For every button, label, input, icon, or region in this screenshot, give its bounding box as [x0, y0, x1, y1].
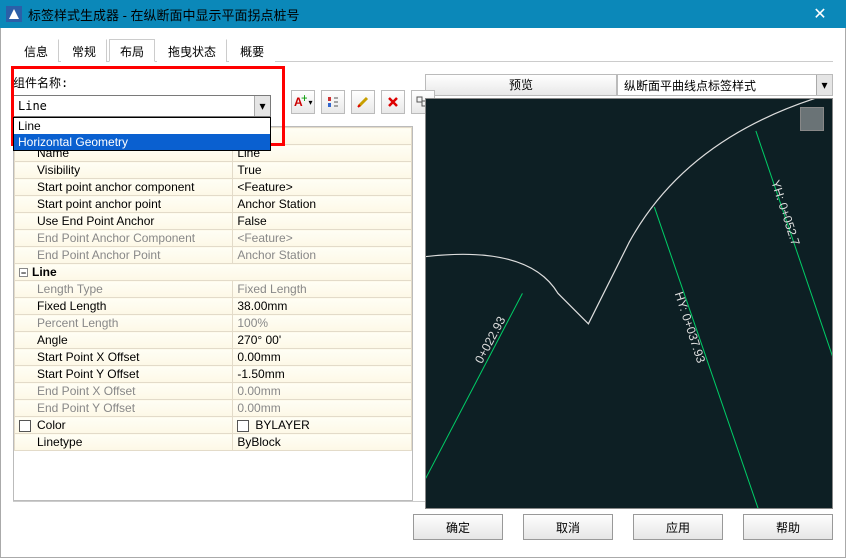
- prop-uepa-v[interactable]: False: [233, 213, 412, 230]
- main-area: 组件名称: ▾ Line Horizontal Geometry A+▾: [13, 74, 833, 501]
- option-line[interactable]: Line: [14, 118, 270, 134]
- label-pt: 0+022.93: [472, 314, 508, 366]
- tab-layout[interactable]: 布局: [109, 39, 155, 62]
- prop-epap-v: Anchor Station: [233, 247, 412, 264]
- edit-icon: [356, 95, 370, 109]
- color-swatch[interactable]: [237, 420, 249, 432]
- prop-spyo-k: Start Point Y Offset: [37, 367, 139, 381]
- preview-header: 预览 纵断面平曲线点标签样式 ▾: [425, 74, 833, 96]
- add-button[interactable]: A+▾: [291, 90, 315, 114]
- prop-fixlen-k: Fixed Length: [37, 299, 106, 313]
- close-button[interactable]: ✕: [800, 0, 840, 28]
- prop-fixlen-v[interactable]: 38.00mm: [233, 298, 412, 315]
- prop-spap-v[interactable]: Anchor Station: [233, 196, 412, 213]
- prop-angle-v[interactable]: 270° 00': [233, 332, 412, 349]
- preview-style-combo[interactable]: 纵断面平曲线点标签样式 ▾: [617, 74, 833, 96]
- prop-spyo-v[interactable]: -1.50mm: [233, 366, 412, 383]
- prop-epac-v: <Feature>: [233, 230, 412, 247]
- tab-info[interactable]: 信息: [13, 39, 59, 62]
- prop-color-v[interactable]: BYLAYER: [255, 418, 309, 432]
- chevron-down-icon: ▾: [816, 75, 832, 95]
- tab-drag[interactable]: 拖曳状态: [157, 39, 227, 62]
- prop-epyo-v: 0.00mm: [233, 400, 412, 417]
- add-icon: A+: [293, 95, 307, 109]
- option-horizontal-geometry[interactable]: Horizontal Geometry: [14, 134, 270, 150]
- prop-visibility-v[interactable]: True: [233, 162, 412, 179]
- prop-spac-v[interactable]: <Feature>: [233, 179, 412, 196]
- component-combo[interactable]: [13, 95, 271, 117]
- prop-epac-k: End Point Anchor Component: [37, 231, 195, 245]
- window-body: 信息 常规 布局 拖曳状态 概要 组件名称: ▾ Line Horizontal…: [0, 28, 846, 558]
- window-title: 标签样式生成器 - 在纵断面中显示平面拐点桩号: [28, 5, 800, 24]
- component-combo-wrap: ▾ Line Horizontal Geometry: [13, 95, 271, 117]
- toolbar: A+▾: [291, 90, 435, 114]
- prop-epxo-v: 0.00mm: [233, 383, 412, 400]
- prop-lentype-k: Length Type: [37, 282, 103, 296]
- app-icon: [6, 6, 22, 22]
- prop-epxo-k: End Point X Offset: [37, 384, 136, 398]
- right-panel: 预览 纵断面平曲线点标签样式 ▾ YH: 0+052.7 HY: 0+037.9…: [425, 74, 833, 501]
- cancel-button[interactable]: 取消: [523, 514, 613, 540]
- color-checkbox[interactable]: [19, 420, 31, 432]
- preview-canvas[interactable]: YH: 0+052.7 HY: 0+037.93 0+022.93: [425, 98, 833, 509]
- tab-general[interactable]: 常规: [61, 39, 107, 62]
- tab-summary[interactable]: 概要: [229, 39, 275, 62]
- preview-style-value: 纵断面平曲线点标签样式: [624, 77, 756, 94]
- prop-visibility-k: Visibility: [37, 163, 80, 177]
- svg-text:+: +: [301, 95, 307, 105]
- delete-button[interactable]: [381, 90, 405, 114]
- prop-spap-k: Start point anchor point: [37, 197, 161, 211]
- property-scroll[interactable]: −General NameLine VisibilityTrue Start p…: [14, 127, 412, 500]
- prop-lentype-v: Fixed Length: [233, 281, 412, 298]
- orbit-icon[interactable]: [800, 107, 824, 131]
- preview-drawing: YH: 0+052.7 HY: 0+037.93 0+022.93: [426, 99, 832, 508]
- preview-label: 预览: [425, 74, 617, 96]
- delete-icon: [386, 95, 400, 109]
- component-label: 组件名称:: [13, 74, 413, 91]
- prop-epap-k: End Point Anchor Point: [37, 248, 160, 262]
- left-panel: 组件名称: ▾ Line Horizontal Geometry A+▾: [13, 74, 413, 501]
- prop-pctlen-k: Percent Length: [37, 316, 118, 330]
- prop-spac-k: Start point anchor component: [37, 180, 194, 194]
- component-dropdown[interactable]: Line Horizontal Geometry: [13, 117, 271, 151]
- cat-line: Line: [32, 265, 57, 279]
- tab-strip: 信息 常规 布局 拖曳状态 概要: [13, 38, 833, 62]
- label-hy: HY: 0+037.93: [672, 290, 708, 365]
- sort-icon: [326, 95, 340, 109]
- prop-epyo-k: End Point Y Offset: [37, 401, 135, 415]
- ok-button[interactable]: 确定: [413, 514, 503, 540]
- prop-pctlen-v: 100%: [233, 315, 412, 332]
- apply-button[interactable]: 应用: [633, 514, 723, 540]
- prop-angle-k: Angle: [37, 333, 68, 347]
- chevron-down-icon: ▾: [308, 98, 312, 107]
- sort-button[interactable]: [321, 90, 345, 114]
- prop-linetype-v[interactable]: ByBlock: [233, 434, 412, 451]
- prop-spxo-k: Start Point X Offset: [37, 350, 140, 364]
- label-yh: YH: 0+052.7: [768, 178, 802, 247]
- title-bar: 标签样式生成器 - 在纵断面中显示平面拐点桩号 ✕: [0, 0, 846, 28]
- prop-uepa-k: Use End Point Anchor: [37, 214, 154, 228]
- prop-spxo-v[interactable]: 0.00mm: [233, 349, 412, 366]
- prop-linetype-k: Linetype: [37, 435, 82, 449]
- help-button[interactable]: 帮助: [743, 514, 833, 540]
- collapse-icon[interactable]: −: [19, 268, 28, 277]
- prop-color-k: Color: [37, 418, 66, 432]
- property-grid: −General NameLine VisibilityTrue Start p…: [13, 126, 413, 501]
- edit-button[interactable]: [351, 90, 375, 114]
